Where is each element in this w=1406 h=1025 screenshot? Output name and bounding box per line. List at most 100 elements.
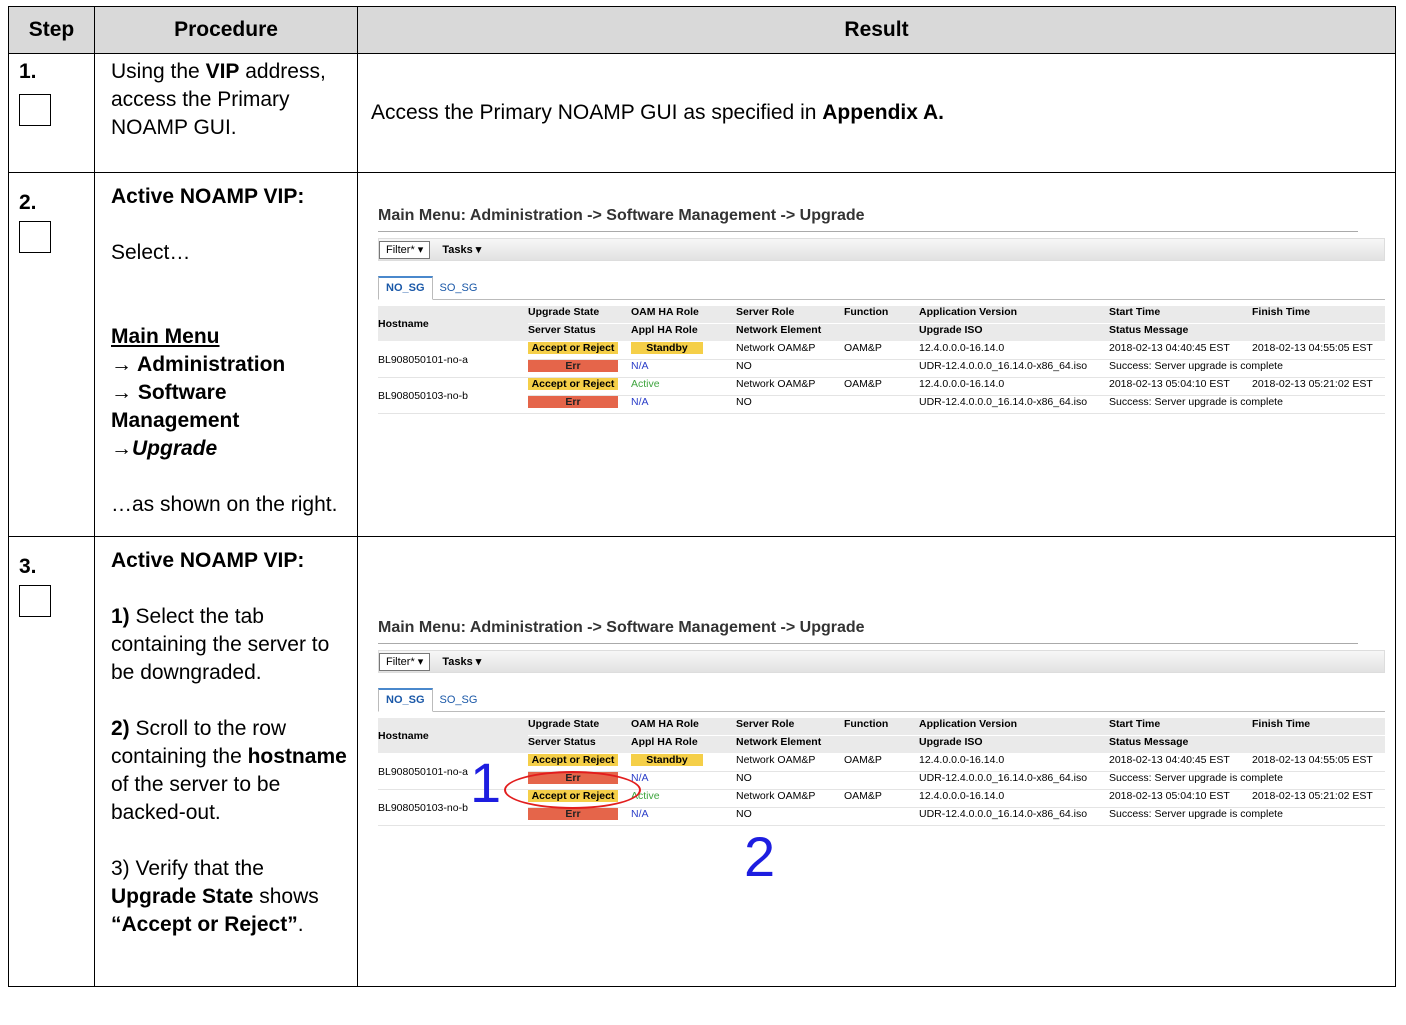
hostname-cell[interactable]: BL908050103-no-b bbox=[378, 377, 528, 414]
server-role-cell: Network OAM&P bbox=[736, 377, 844, 396]
procedure-table: Step Procedure Result 1. Using the VIP a… bbox=[8, 6, 1396, 987]
column-header[interactable]: Upgrade ISO bbox=[919, 735, 1109, 754]
table-row[interactable]: BL908050101-no-a Accept or Reject Standby N… bbox=[378, 753, 1385, 790]
column-header[interactable]: Upgrade ISO bbox=[919, 323, 1109, 342]
table-row[interactable]: Err N/A NO UDR-12.4.0.0.0_16.14.0-x86_64.is… bbox=[378, 359, 1385, 378]
app-version-cell: 12.4.0.0.0-16.14.0 bbox=[919, 341, 1109, 360]
appl-ha-role-cell: N/A bbox=[631, 395, 736, 414]
toolbar: Filter* ▾ Tasks ▾ bbox=[378, 238, 1385, 261]
column-header[interactable]: Status Message bbox=[1109, 323, 1252, 342]
step-row-1: 1. Using the VIP address, access the Pri… bbox=[8, 53, 1396, 173]
annotation-1: 1 bbox=[470, 751, 502, 814]
column-header[interactable]: OAM HA Role bbox=[631, 718, 736, 736]
column-header[interactable]: Upgrade State bbox=[528, 306, 631, 324]
app-version-cell: 12.4.0.0.0-16.14.0 bbox=[919, 789, 1109, 808]
column-header[interactable]: Application Version bbox=[919, 306, 1109, 324]
result-cell-1: Access the Primary NOAMP GUI as specifie… bbox=[357, 53, 1396, 173]
start-time-cell: 2018-02-13 04:40:45 EST bbox=[1109, 341, 1252, 360]
tab-so-sg[interactable]: SO_SG bbox=[433, 690, 485, 711]
column-header[interactable]: Hostname bbox=[378, 306, 528, 342]
tab-bar: NO_SG SO_SG bbox=[378, 273, 1385, 300]
filter-button[interactable]: Filter* ▾ bbox=[379, 240, 431, 259]
column-header[interactable]: Status Message bbox=[1109, 735, 1252, 754]
column-header bbox=[1252, 735, 1385, 754]
status-badge: Err bbox=[528, 808, 618, 820]
start-time-cell: 2018-02-13 05:04:10 EST bbox=[1109, 377, 1252, 396]
column-header[interactable]: Hostname bbox=[378, 718, 528, 754]
status-badge: Standby bbox=[631, 754, 703, 766]
table-row[interactable]: Err N/A NO UDR-12.4.0.0.0_16.14.0-x86_64.is… bbox=[378, 807, 1385, 826]
filter-button[interactable]: Filter* ▾ bbox=[379, 652, 431, 671]
column-header[interactable]: Server Role bbox=[736, 718, 844, 736]
upgrade-iso-cell: UDR-12.4.0.0.0_16.14.0-x86_64.iso bbox=[919, 359, 1109, 378]
start-time-cell: 2018-02-13 04:40:45 EST bbox=[1109, 753, 1252, 772]
upgrade-state-cell: Accept or Reject bbox=[528, 341, 631, 360]
status-message-cell: Success: Server upgrade is complete bbox=[1109, 395, 1385, 414]
tasks-menu[interactable]: Tasks ▾ bbox=[442, 655, 481, 668]
finish-time-cell: 2018-02-13 04:55:05 EST bbox=[1252, 753, 1385, 772]
step-number: 1. bbox=[19, 60, 37, 83]
column-header[interactable]: Server Status bbox=[528, 323, 631, 342]
tab-bar: NO_SG SO_SG bbox=[378, 685, 1385, 712]
server-status-cell: Err bbox=[528, 395, 631, 414]
step-header: Step bbox=[8, 6, 95, 54]
column-header[interactable]: Appl HA Role bbox=[631, 735, 736, 754]
column-header[interactable]: Start Time bbox=[1109, 718, 1252, 736]
upgrade-iso-cell: UDR-12.4.0.0.0_16.14.0-x86_64.iso bbox=[919, 395, 1109, 414]
column-header[interactable]: Function bbox=[844, 306, 919, 324]
network-element-cell: NO bbox=[736, 807, 844, 826]
status-message-cell: Success: Server upgrade is complete bbox=[1109, 359, 1385, 378]
screen-title: Main Menu: Administration -> Software Ma… bbox=[378, 619, 1358, 644]
upgrade-grid: Hostname Upgrade State OAM HA Role Server R… bbox=[378, 718, 1385, 826]
network-element-cell: NO bbox=[736, 395, 844, 414]
tab-so-sg[interactable]: SO_SG bbox=[433, 278, 485, 299]
finish-time-cell: 2018-02-13 05:21:02 EST bbox=[1252, 789, 1385, 808]
table-row[interactable]: BL908050101-no-a Accept or Reject Standby N… bbox=[378, 341, 1385, 378]
upgrade-state-cell: Accept or Reject bbox=[528, 377, 631, 396]
app-version-cell: 12.4.0.0.0-16.14.0 bbox=[919, 753, 1109, 772]
oam-ha-role-cell: Active bbox=[631, 377, 736, 396]
network-element-cell: NO bbox=[736, 359, 844, 378]
status-badge: Standby bbox=[631, 342, 703, 354]
column-header[interactable]: Finish Time bbox=[1252, 306, 1385, 324]
tab-no-sg[interactable]: NO_SG bbox=[378, 276, 433, 300]
column-header[interactable]: Server Role bbox=[736, 306, 844, 324]
tasks-menu[interactable]: Tasks ▾ bbox=[442, 243, 481, 256]
status-badge: Err bbox=[528, 396, 618, 408]
function-cell: OAM&P bbox=[844, 341, 919, 360]
procedure-header: Procedure bbox=[94, 6, 358, 54]
result-cell-3: Main Menu: Administration -> Software Ma… bbox=[357, 536, 1396, 987]
status-badge: Err bbox=[528, 360, 618, 372]
table-row[interactable]: BL908050103-no-b Accept or Reject Active Ne… bbox=[378, 377, 1385, 414]
column-header[interactable]: Network Element bbox=[736, 323, 844, 342]
empty-cell bbox=[844, 807, 919, 826]
tab-no-sg[interactable]: NO_SG bbox=[378, 688, 433, 712]
server-role-cell: Network OAM&P bbox=[736, 341, 844, 360]
result-cell-2: Main Menu: Administration -> Software Ma… bbox=[357, 172, 1396, 537]
column-header[interactable]: OAM HA Role bbox=[631, 306, 736, 324]
column-header[interactable]: Appl HA Role bbox=[631, 323, 736, 342]
column-header[interactable]: Function bbox=[844, 718, 919, 736]
column-header[interactable]: Server Status bbox=[528, 735, 631, 754]
oam-ha-role-cell: Standby bbox=[631, 341, 736, 360]
column-header[interactable]: Application Version bbox=[919, 718, 1109, 736]
app-version-cell: 12.4.0.0.0-16.14.0 bbox=[919, 377, 1109, 396]
function-cell: OAM&P bbox=[844, 789, 919, 808]
column-header[interactable]: Start Time bbox=[1109, 306, 1252, 324]
role-text: Active bbox=[631, 378, 660, 390]
step-checkbox[interactable] bbox=[19, 585, 51, 617]
status-badge: Accept or Reject bbox=[528, 378, 618, 390]
appl-ha-role-cell: N/A bbox=[631, 807, 736, 826]
step-number: 3. bbox=[19, 555, 37, 578]
column-header[interactable]: Upgrade State bbox=[528, 718, 631, 736]
column-header[interactable]: Finish Time bbox=[1252, 718, 1385, 736]
column-header[interactable]: Network Element bbox=[736, 735, 844, 754]
table-row[interactable]: Err N/A NO UDR-12.4.0.0.0_16.14.0-x86_64.is… bbox=[378, 395, 1385, 414]
hostname-cell[interactable]: BL908050101-no-a bbox=[378, 341, 528, 378]
function-cell: OAM&P bbox=[844, 753, 919, 772]
step-checkbox[interactable] bbox=[19, 94, 51, 126]
grid-header-row: Hostname Upgrade State OAM HA Role Server R… bbox=[378, 718, 1385, 754]
oam-ha-role-cell: Active bbox=[631, 789, 736, 808]
step-checkbox[interactable] bbox=[19, 221, 51, 253]
empty-cell bbox=[844, 771, 919, 790]
